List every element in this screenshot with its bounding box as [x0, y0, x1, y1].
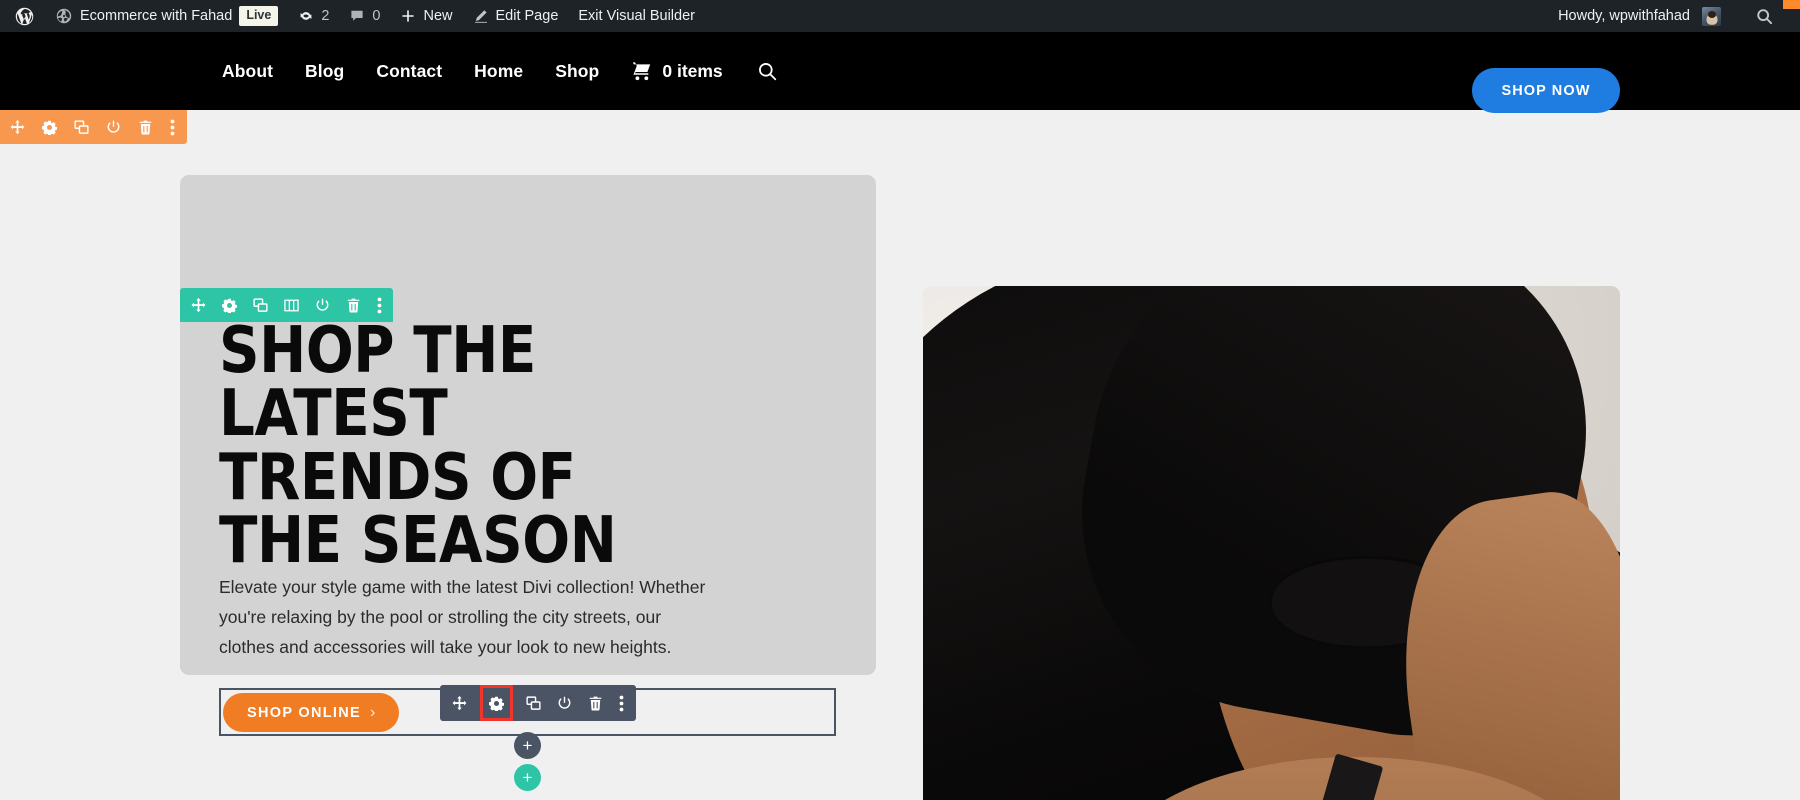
columns-icon[interactable]	[284, 298, 299, 313]
trash-icon[interactable]	[138, 120, 153, 135]
wp-logo-button[interactable]	[4, 0, 45, 32]
duplicate-icon[interactable]	[74, 119, 89, 135]
exit-visual-builder-button[interactable]: Exit Visual Builder	[568, 0, 705, 32]
move-icon[interactable]	[452, 695, 467, 711]
cart-link[interactable]: 0 items	[615, 60, 723, 82]
comment-bubble-icon	[349, 8, 365, 24]
edit-page-button[interactable]: Edit Page	[463, 0, 569, 32]
revisions-count: 2	[321, 8, 330, 24]
plus-icon: +	[522, 736, 533, 755]
nav-link-contact[interactable]: Contact	[360, 61, 458, 82]
primary-navigation: About Blog Contact Home Shop 0 items	[206, 32, 778, 110]
plus-icon	[400, 8, 416, 24]
account-menu[interactable]: Howdy, wpwithfahad	[1548, 0, 1731, 32]
shop-online-label: SHOP ONLINE	[247, 704, 361, 721]
wp-admin-bar: Ecommerce with Fahad Live 2 0 New Edit P…	[0, 0, 1800, 32]
plus-icon: +	[522, 768, 533, 787]
duplicate-icon[interactable]	[253, 297, 268, 313]
shop-now-button[interactable]: SHOP NOW	[1472, 68, 1620, 113]
visual-builder-canvas: Shop The Latest Trends Of The Season Ele…	[0, 110, 1800, 800]
add-row-button[interactable]: +	[514, 764, 541, 791]
chevron-right-icon: ›	[369, 703, 377, 721]
move-icon[interactable]	[191, 297, 206, 313]
wordpress-logo-icon	[14, 6, 35, 27]
trash-icon[interactable]	[588, 696, 603, 711]
ellipsis-vertical-icon[interactable]	[170, 119, 175, 136]
nav-link-home[interactable]: Home	[458, 61, 539, 82]
revisions-button[interactable]: 2	[288, 0, 339, 32]
page-scrollbar-thumb[interactable]	[1783, 0, 1800, 9]
trash-icon[interactable]	[346, 298, 361, 313]
site-header: About Blog Contact Home Shop 0 items SHO…	[0, 32, 1800, 113]
search-icon	[1755, 7, 1774, 26]
power-icon[interactable]	[315, 298, 330, 313]
site-name-menu[interactable]: Ecommerce with Fahad Live	[45, 0, 288, 32]
gear-icon[interactable]	[42, 120, 57, 135]
pencil-icon	[473, 8, 489, 24]
live-badge: Live	[239, 6, 279, 26]
ellipsis-vertical-icon[interactable]	[619, 695, 624, 712]
dashboard-icon	[55, 7, 73, 25]
row-toolbar[interactable]	[180, 288, 393, 322]
exit-visual-builder-label: Exit Visual Builder	[578, 8, 695, 24]
nav-link-about[interactable]: About	[206, 61, 289, 82]
ellipsis-vertical-icon[interactable]	[377, 297, 382, 314]
edit-page-label: Edit Page	[495, 8, 559, 24]
nav-link-shop[interactable]: Shop	[539, 61, 615, 82]
power-icon[interactable]	[557, 696, 572, 711]
site-search-button[interactable]	[723, 61, 778, 82]
nav-link-blog[interactable]: Blog	[289, 61, 360, 82]
module-toolbar[interactable]	[440, 685, 636, 721]
section-toolbar[interactable]	[0, 110, 187, 144]
duplicate-icon[interactable]	[526, 695, 541, 711]
admin-search-button[interactable]	[1745, 0, 1784, 32]
shop-online-button[interactable]: SHOP ONLINE ›	[223, 693, 399, 732]
gear-icon[interactable]	[222, 298, 237, 313]
shopping-cart-icon	[629, 61, 652, 81]
add-module-button[interactable]: +	[514, 732, 541, 759]
search-icon	[757, 61, 778, 82]
avatar	[1702, 6, 1721, 26]
hero-paragraph: Elevate your style game with the latest …	[219, 577, 706, 658]
hero-image[interactable]	[923, 286, 1620, 800]
cart-count-label: 0 items	[662, 60, 723, 81]
comments-button[interactable]: 0	[339, 0, 390, 32]
howdy-label: Howdy, wpwithfahad	[1558, 8, 1690, 24]
move-icon[interactable]	[10, 119, 25, 135]
site-name-label: Ecommerce with Fahad	[80, 8, 233, 24]
gear-icon[interactable]	[480, 685, 513, 721]
new-content-button[interactable]: New	[390, 0, 462, 32]
new-label: New	[423, 8, 453, 24]
revisions-icon	[298, 8, 314, 24]
hero-heading: Shop The Latest Trends Of The Season	[219, 314, 617, 579]
power-icon[interactable]	[106, 120, 121, 135]
comments-count: 0	[372, 8, 381, 24]
